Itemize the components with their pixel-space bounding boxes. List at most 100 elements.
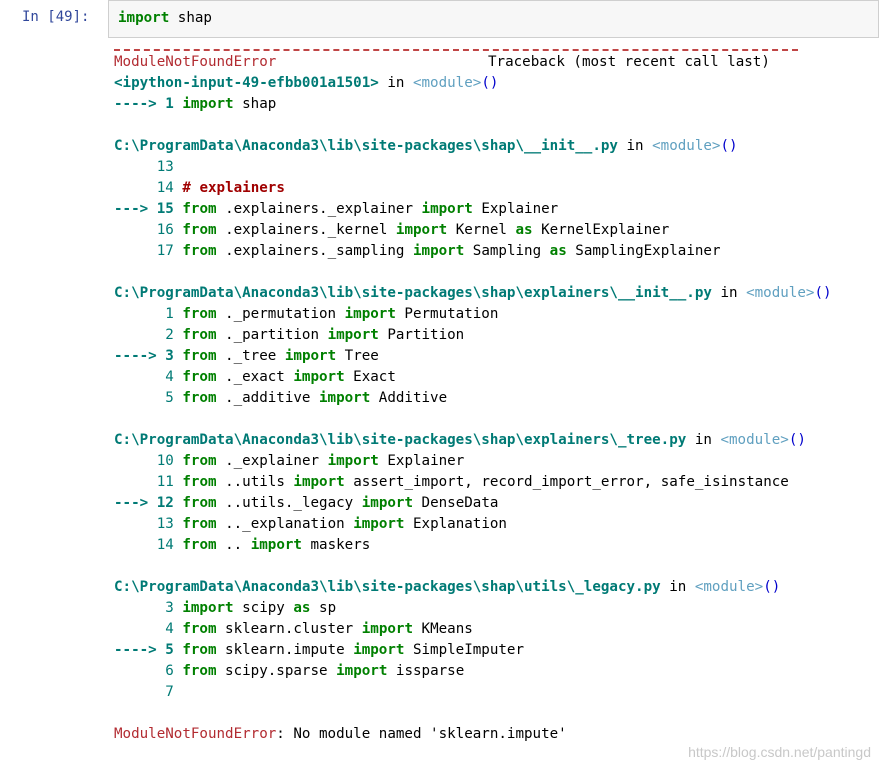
line-number: 4 — [165, 369, 174, 385]
code-line: 17 from .explainers._sampling import Sam… — [114, 241, 876, 262]
code-text: sklearn.impute — [216, 642, 354, 658]
code-line: 7 — [114, 682, 876, 703]
frame-location-line: C:\ProgramData\Anaconda3\lib\site-packag… — [114, 136, 876, 157]
line-number: 4 — [165, 621, 174, 637]
code-line: 2 from ._partition import Partition — [114, 325, 876, 346]
frame-file-path: <ipython-input-49-efbb001a1501> — [114, 75, 379, 91]
current-code-line: ---> 15 from .explainers._explainer impo… — [114, 199, 876, 220]
line-number: 15 — [156, 201, 174, 217]
traceback-header: ModuleNotFoundError Traceback (most recen… — [114, 52, 876, 73]
code-text: Additive — [370, 390, 448, 406]
code-keyword: as — [293, 600, 311, 616]
code-keyword: from — [182, 495, 217, 511]
code-keyword: import — [336, 663, 388, 679]
code-keyword: from — [182, 390, 217, 406]
frame-location-line: C:\ProgramData\Anaconda3\lib\site-packag… — [114, 430, 876, 451]
line-number: 11 — [156, 474, 174, 490]
code-text: SimpleImputer — [404, 642, 525, 658]
frame-module-name: <module> — [412, 75, 482, 91]
code-keyword: import — [344, 306, 396, 322]
code-line: 10 from ._explainer import Explainer — [114, 451, 876, 472]
line-marker: ----> — [114, 348, 166, 364]
code-text: Partition — [378, 327, 465, 343]
code-text: .explainers._explainer — [216, 201, 422, 217]
line-marker — [114, 222, 157, 238]
code-keyword: import — [361, 621, 413, 637]
line-marker — [114, 306, 165, 322]
line-marker: ----> — [114, 642, 166, 658]
line-marker — [114, 474, 157, 490]
code-line: 13 from .._explanation import Explanatio… — [114, 514, 876, 535]
traceback-output: ModuleNotFoundError Traceback (most recen… — [114, 44, 876, 745]
code-keyword: from — [182, 243, 217, 259]
frame-parens: () — [788, 432, 806, 448]
code-text: Kernel — [447, 222, 516, 238]
code-text: Explainer — [378, 453, 465, 469]
code-keyword: import — [284, 348, 337, 364]
line-marker — [114, 516, 157, 532]
line-number: 3 — [165, 600, 174, 616]
code-keyword: from — [182, 327, 217, 343]
code-text: issparse — [387, 663, 465, 679]
code-line: 3 import scipy as sp — [114, 598, 876, 619]
code-text: maskers — [301, 537, 371, 553]
code-text: ._permutation — [216, 306, 345, 322]
frame-in-word: in — [711, 285, 747, 301]
line-marker — [114, 327, 165, 343]
code-line: 4 from ._exact import Exact — [114, 367, 876, 388]
line-number: 17 — [156, 243, 174, 259]
line-marker — [114, 600, 165, 616]
module-name: shap — [169, 10, 212, 26]
traceback-header-right: Traceback (most recent call last) — [488, 54, 770, 70]
code-keyword: from — [182, 222, 217, 238]
code-keyword: import — [250, 537, 302, 553]
code-keyword: from — [182, 516, 217, 532]
code-text: ._partition — [216, 327, 328, 343]
line-marker — [114, 537, 157, 553]
code-keyword: from — [182, 306, 217, 322]
code-text: Explanation — [404, 516, 507, 532]
frame-parens: () — [720, 138, 738, 154]
line-marker: ---> — [114, 201, 157, 217]
code-keyword: from — [182, 537, 217, 553]
code-keyword: import — [293, 474, 345, 490]
frame-in-word: in — [378, 75, 413, 91]
line-number: 5 — [165, 642, 174, 658]
frame-location-line: C:\ProgramData\Anaconda3\lib\site-packag… — [114, 283, 876, 304]
line-number: 7 — [165, 684, 174, 700]
code-keyword: from — [182, 663, 217, 679]
line-number: 14 — [156, 537, 174, 553]
line-number: 6 — [165, 663, 174, 679]
frame-parens: () — [481, 75, 499, 91]
code-keyword: from — [182, 621, 217, 637]
code-text: .explainers._sampling — [216, 243, 413, 259]
frame-in-word: in — [660, 579, 695, 595]
line-number: 13 — [156, 516, 174, 532]
header-error-name: ModuleNotFoundError — [114, 54, 277, 70]
final-error-line: ModuleNotFoundError: No module named 'sk… — [114, 724, 876, 745]
line-marker: ----> — [114, 96, 166, 112]
line-number: 1 — [165, 306, 174, 322]
code-keyword: from — [182, 348, 217, 364]
code-comment: # explainers — [182, 180, 285, 196]
code-text: Exact — [344, 369, 396, 385]
code-text: KernelExplainer — [532, 222, 670, 238]
current-code-line: ---> 12 from ..utils._legacy import Dens… — [114, 493, 876, 514]
code-line: 11 from ..utils import assert_import, re… — [114, 472, 876, 493]
code-keyword: import — [353, 516, 405, 532]
frame-in-word: in — [686, 432, 721, 448]
frame-in-word: in — [617, 138, 653, 154]
code-text: SamplingExplainer — [566, 243, 721, 259]
line-number: 13 — [156, 159, 174, 175]
frame-file-path: C:\ProgramData\Anaconda3\lib\site-packag… — [114, 432, 687, 448]
code-keyword: import — [421, 201, 473, 217]
line-marker — [114, 684, 165, 700]
line-marker: ---> — [114, 495, 157, 511]
code-text: shap — [233, 96, 277, 112]
code-input-cell[interactable]: import shap — [108, 0, 879, 38]
frame-module-name: <module> — [746, 285, 815, 301]
code-text: Sampling — [464, 243, 550, 259]
code-text: ._tree — [216, 348, 285, 364]
